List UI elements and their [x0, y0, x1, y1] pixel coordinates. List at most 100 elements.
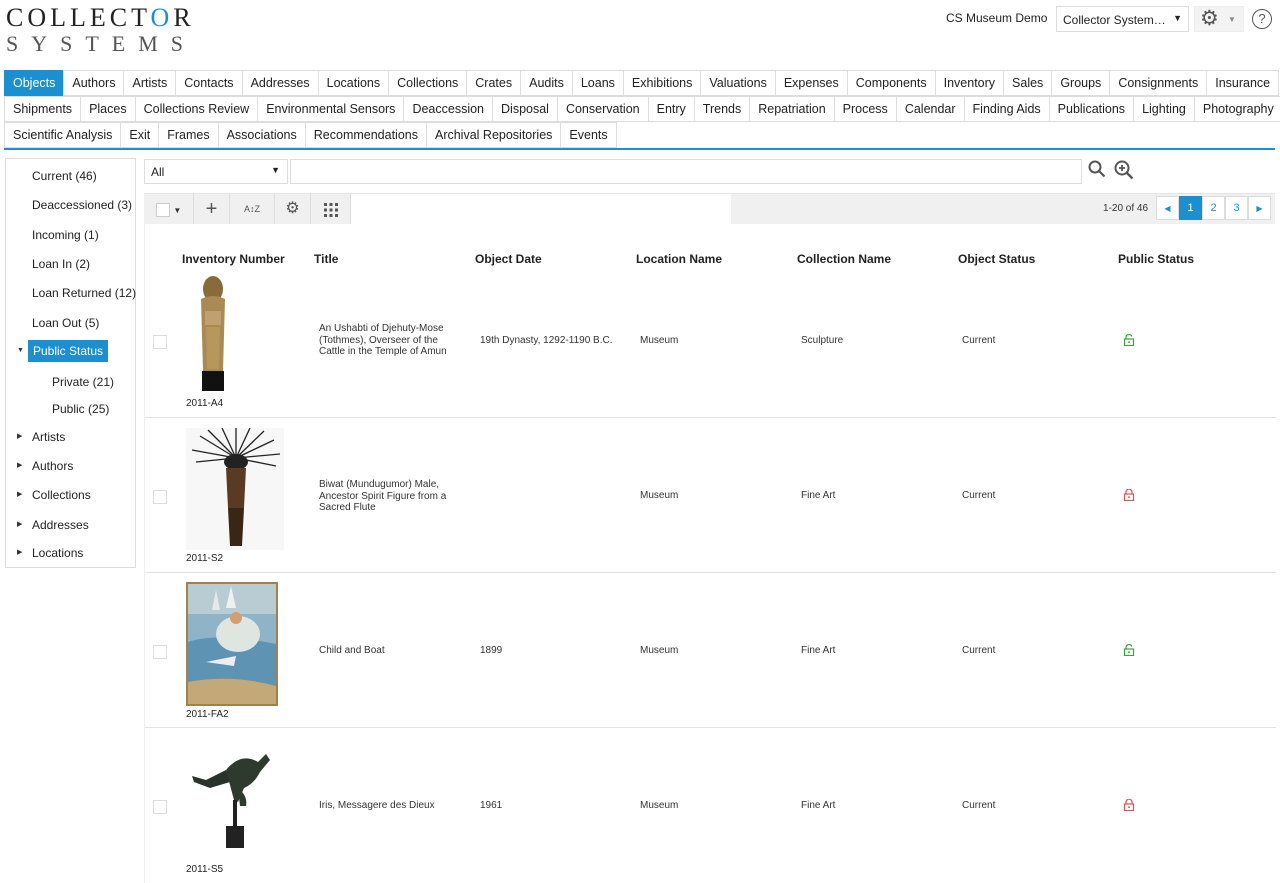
object-thumbnail-ushabti[interactable]	[186, 271, 240, 394]
sidebar-group-authors[interactable]: Authors	[32, 459, 73, 473]
object-thumbnail-iris-sculpture[interactable]	[186, 740, 276, 853]
sidebar-group-addresses[interactable]: Addresses	[32, 518, 89, 532]
grid-settings-button[interactable]: ⚙	[275, 194, 311, 224]
page-button-3[interactable]: 3	[1225, 196, 1248, 220]
next-page-button[interactable]: ▶	[1248, 196, 1271, 220]
add-record-button[interactable]: +	[194, 194, 230, 224]
locked-lock-icon[interactable]	[1123, 799, 1135, 811]
tab-repatriation[interactable]: Repatriation	[749, 96, 835, 122]
tab-artists[interactable]: Artists	[123, 70, 177, 96]
sidebar-item-current[interactable]: Current (46)	[32, 169, 97, 183]
tab-sales[interactable]: Sales	[1003, 70, 1053, 96]
tab-frames[interactable]: Frames	[158, 122, 219, 148]
tab-crates[interactable]: Crates	[466, 70, 522, 96]
sort-button[interactable]: A↕Z	[230, 194, 275, 224]
row-checkbox[interactable]	[153, 335, 167, 349]
table-row[interactable]: 2011-FA2 Child and Boat 1899 Museum Fine…	[145, 573, 1276, 728]
tab-recommendations[interactable]: Recommendations	[304, 122, 427, 148]
table-row[interactable]: 2011-S2 Biwat (Mundugumor) Male, Ancesto…	[145, 418, 1276, 573]
tab-locations[interactable]: Locations	[317, 70, 390, 96]
object-thumbnail-ancestor-figure[interactable]	[186, 427, 284, 553]
tab-places[interactable]: Places	[80, 96, 136, 122]
tab-publications[interactable]: Publications	[1048, 96, 1135, 122]
tab-components[interactable]: Components	[846, 70, 936, 96]
tab-objects[interactable]: Objects	[4, 70, 65, 96]
collector-systems-logo[interactable]: COLLECTOR SYSTEMS	[6, 4, 196, 56]
tab-lighting[interactable]: Lighting	[1133, 96, 1195, 122]
tab-valuations[interactable]: Valuations	[700, 70, 776, 96]
tab-trends[interactable]: Trends	[693, 96, 751, 122]
tab-environmental-sensors[interactable]: Environmental Sensors	[257, 96, 405, 122]
sidebar-item-incoming[interactable]: Incoming (1)	[32, 228, 99, 242]
search-input[interactable]	[290, 159, 1082, 184]
tab-archival-repositories[interactable]: Archival Repositories	[425, 122, 562, 148]
inventory-number[interactable]: 2011-FA2	[186, 709, 229, 720]
sidebar-item-loan-in[interactable]: Loan In (2)	[32, 257, 90, 271]
tab-calendar[interactable]: Calendar	[895, 96, 965, 122]
tab-groups[interactable]: Groups	[1051, 70, 1111, 96]
tab-deaccession[interactable]: Deaccession	[403, 96, 494, 122]
sidebar-item-loan-returned[interactable]: Loan Returned (12)	[32, 286, 136, 300]
tab-associations[interactable]: Associations	[217, 122, 306, 148]
tab-entry[interactable]: Entry	[647, 96, 695, 122]
tab-conservation[interactable]: Conservation	[556, 96, 649, 122]
tab-authors[interactable]: Authors	[63, 70, 125, 96]
tab-collections[interactable]: Collections	[388, 70, 468, 96]
settings-menu-button[interactable]: ⚙ ▼	[1194, 6, 1244, 32]
advanced-search-icon[interactable]	[1114, 160, 1134, 186]
tab-process[interactable]: Process	[833, 96, 897, 122]
tab-inventory[interactable]: Inventory	[934, 70, 1005, 96]
expanded-arrow-icon[interactable]: ▼	[17, 347, 24, 354]
tab-exhibitions[interactable]: Exhibitions	[622, 70, 702, 96]
tab-scientific-analysis[interactable]: Scientific Analysis	[4, 122, 122, 148]
tab-photography[interactable]: Photography	[1193, 96, 1280, 122]
view-toggle-button[interactable]	[311, 194, 351, 224]
search-icon[interactable]	[1088, 160, 1106, 184]
collapsed-arrow-icon[interactable]: ▶	[17, 461, 22, 469]
table-row[interactable]: 2011-S5 Iris, Messagere des Dieux 1961 M…	[145, 728, 1276, 883]
collapsed-arrow-icon[interactable]: ▶	[17, 548, 22, 556]
tab-collections-review[interactable]: Collections Review	[134, 96, 259, 122]
tab-events[interactable]: Events	[560, 122, 617, 148]
collapsed-arrow-icon[interactable]: ▶	[17, 432, 22, 440]
select-all-dropdown[interactable]: ▼	[144, 194, 194, 224]
row-checkbox[interactable]	[153, 490, 167, 504]
sidebar-group-artists[interactable]: Artists	[32, 430, 65, 444]
tab-contacts[interactable]: Contacts	[175, 70, 243, 96]
page-button-1[interactable]: 1	[1179, 196, 1202, 220]
sidebar-item-public-status[interactable]: Public Status	[28, 340, 109, 362]
sidebar-group-collections[interactable]: Collections	[32, 488, 91, 502]
object-thumbnail-child-and-boat[interactable]	[186, 582, 278, 709]
tab-disposal[interactable]: Disposal	[492, 96, 558, 122]
filter-select[interactable]: All ▼	[144, 159, 288, 184]
tab-exit[interactable]: Exit	[120, 122, 160, 148]
tab-shipments[interactable]: Shipments	[4, 96, 82, 122]
tab-audits[interactable]: Audits	[520, 70, 573, 96]
table-row[interactable]: 2011-A4 An Ushabti of Djehuty-Mose (Toth…	[145, 263, 1276, 418]
unlocked-lock-icon[interactable]	[1123, 334, 1135, 346]
inventory-number[interactable]: 2011-A4	[186, 398, 223, 409]
sidebar-subitem-public[interactable]: Public (25)	[52, 402, 109, 416]
row-checkbox[interactable]	[153, 800, 167, 814]
system-select[interactable]: Collector System… ▼	[1056, 6, 1189, 32]
prev-page-button[interactable]: ◀	[1156, 196, 1179, 220]
sidebar-group-locations[interactable]: Locations	[32, 546, 83, 560]
tab-loans[interactable]: Loans	[571, 70, 624, 96]
sidebar-subitem-private[interactable]: Private (21)	[52, 375, 114, 389]
locked-lock-icon[interactable]	[1123, 489, 1135, 501]
inventory-number[interactable]: 2011-S5	[186, 864, 223, 875]
collapsed-arrow-icon[interactable]: ▶	[17, 490, 22, 498]
tab-expenses[interactable]: Expenses	[774, 70, 848, 96]
select-all-checkbox[interactable]	[155, 202, 170, 217]
tab-addresses[interactable]: Addresses	[241, 70, 319, 96]
collapsed-arrow-icon[interactable]: ▶	[17, 520, 22, 528]
unlocked-lock-icon[interactable]	[1123, 644, 1135, 656]
inventory-number[interactable]: 2011-S2	[186, 553, 223, 564]
tab-consignments[interactable]: Consignments	[1109, 70, 1208, 96]
sidebar-item-deaccessioned[interactable]: Deaccessioned (3)	[32, 198, 132, 212]
page-button-2[interactable]: 2	[1202, 196, 1225, 220]
tab-finding-aids[interactable]: Finding Aids	[963, 96, 1050, 122]
help-button[interactable]: ?	[1252, 9, 1272, 29]
row-checkbox[interactable]	[153, 645, 167, 659]
tab-insurance[interactable]: Insurance	[1206, 70, 1280, 96]
